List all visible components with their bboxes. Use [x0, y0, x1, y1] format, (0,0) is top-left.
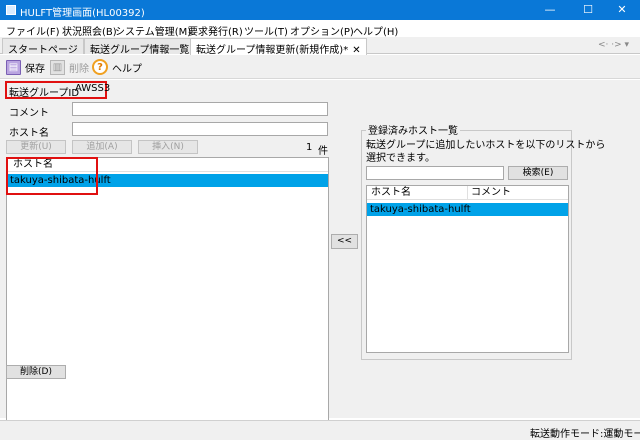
tab-bar: スタートページ 転送グループ情報一覧 転送グループ情報更新(新規作成)* ✕ <·…: [0, 37, 640, 56]
remove-host-button[interactable]: 削除(D): [6, 365, 66, 379]
minimize-button[interactable]: —: [532, 0, 568, 20]
help-icon: ?: [92, 59, 108, 75]
menu-file[interactable]: ファイル(F): [6, 23, 60, 38]
registered-hosts-description-2: 選択できます。: [366, 153, 435, 164]
column-divider: [467, 186, 468, 199]
menu-tools[interactable]: ツール(T): [244, 23, 288, 38]
status-mode: 転送動作モード:運動モード: [530, 429, 640, 440]
status-bar: 転送動作モード:運動モード: [0, 420, 640, 440]
save-icon: ▤: [6, 59, 21, 75]
menu-bar: ファイル(F) 状況照会(B) システム管理(M) 要求発行(R) ツール(T)…: [0, 20, 640, 38]
help-button[interactable]: ? ヘルプ: [92, 59, 142, 75]
add-button[interactable]: 追加(A): [72, 140, 132, 154]
registered-search-input[interactable]: [366, 166, 504, 180]
comment-field[interactable]: [72, 102, 328, 116]
column-host[interactable]: ホスト名: [371, 186, 411, 199]
update-button[interactable]: 更新(U): [6, 140, 66, 154]
tab-group-update[interactable]: 転送グループ情報更新(新規作成)* ✕: [190, 38, 367, 56]
title-bar: HULFT管理画面(HL00392) — ☐ ✕: [0, 0, 640, 20]
host-field[interactable]: [72, 122, 328, 136]
tab-start-page[interactable]: スタートページ: [2, 38, 84, 56]
host-label: ホスト名: [9, 128, 49, 139]
save-button[interactable]: ▤ 保存: [6, 59, 45, 75]
host-count: 1: [306, 142, 313, 153]
host-list[interactable]: ホスト名 takuya-shibata-hulft: [6, 157, 329, 439]
move-to-list-button[interactable]: <<: [331, 234, 358, 249]
highlight-box-host-list: [6, 157, 98, 195]
group-id-field[interactable]: AWSS3: [72, 83, 110, 97]
trash-icon: ▥: [50, 59, 65, 75]
registered-hosts-title: 登録済みホスト一覧: [366, 122, 460, 137]
insert-button[interactable]: 挿入(N): [138, 140, 198, 154]
column-comment[interactable]: コメント: [471, 186, 511, 199]
group-id-label: 転送グループID: [9, 88, 80, 99]
tab-nav-arrows[interactable]: <· ·> ▾: [598, 40, 629, 50]
search-button[interactable]: 検索(E): [508, 166, 568, 180]
close-button[interactable]: ✕: [604, 0, 640, 20]
registered-table-row[interactable]: takuya-shibata-hulft: [367, 203, 568, 216]
registered-row-host: takuya-shibata-hulft: [370, 204, 471, 215]
help-label: ヘルプ: [112, 63, 142, 75]
tab-group-list[interactable]: 転送グループ情報一覧: [84, 38, 196, 56]
menu-status[interactable]: 状況照会(B): [62, 23, 117, 38]
delete-label: 削除: [69, 63, 89, 75]
toolbar: ▤ 保存 ▥ 削除 ? ヘルプ: [0, 55, 640, 79]
content-area: 転送グループID AWSS3 コメント ホスト名 更新(U) 追加(A) 挿入(…: [0, 80, 640, 439]
maximize-button[interactable]: ☐: [570, 0, 606, 20]
menu-system[interactable]: システム管理(M): [115, 23, 191, 38]
menu-help[interactable]: ヘルプ(H): [353, 23, 398, 38]
registered-hosts-table[interactable]: ホスト名 コメント takuya-shibata-hulft: [366, 185, 569, 353]
registered-table-header: ホスト名 コメント: [367, 186, 568, 200]
delete-button[interactable]: ▥ 削除: [50, 59, 89, 75]
menu-request[interactable]: 要求発行(R): [188, 23, 243, 38]
app-icon: [6, 5, 16, 15]
menu-options[interactable]: オプション(P): [290, 23, 354, 38]
host-count-unit: 件: [318, 146, 328, 157]
save-label: 保存: [25, 63, 45, 75]
window-title: HULFT管理画面(HL00392): [20, 8, 145, 19]
comment-label: コメント: [9, 108, 49, 119]
